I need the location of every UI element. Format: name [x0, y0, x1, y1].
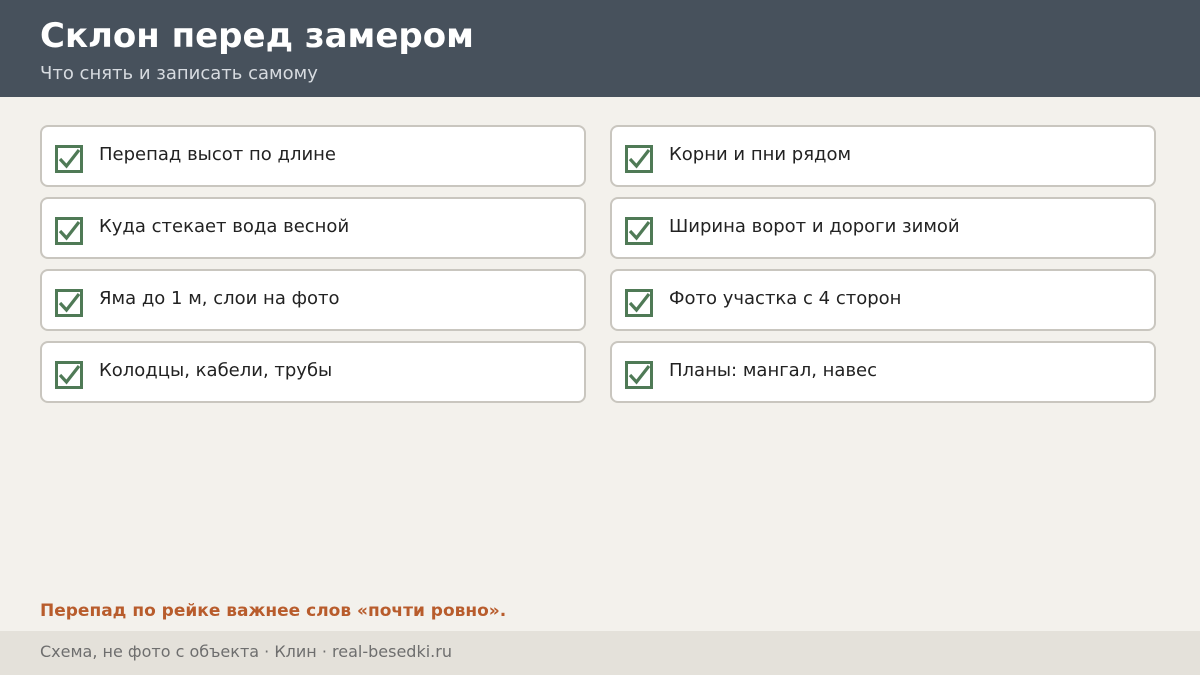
checklist-item[interactable]: Фото участка с 4 сторон: [610, 269, 1156, 331]
checklist-item[interactable]: Планы: мангал, навес: [610, 341, 1156, 403]
checklist-item[interactable]: Колодцы, кабели, трубы: [40, 341, 586, 403]
highlight-note: Перепад по рейке важнее слов «почти ровн…: [40, 601, 507, 621]
checklist-item-label: Корни и пни рядом: [669, 144, 852, 165]
checklist-item-label: Перепад высот по длине: [99, 144, 337, 165]
checklist-item-label: Планы: мангал, навес: [669, 360, 878, 381]
checklist-item[interactable]: Ширина ворот и дороги зимой: [610, 197, 1156, 259]
checklist-item[interactable]: Яма до 1 м, слои на фото: [40, 269, 586, 331]
page-title: Склон перед замером: [40, 16, 474, 56]
header-bar: Склон перед замером Что снять и записать…: [0, 0, 1200, 97]
checklist-item-label: Куда стекает вода весной: [99, 216, 350, 237]
checkbox-checked-icon[interactable]: [625, 145, 653, 173]
checklist-item[interactable]: Куда стекает вода весной: [40, 197, 586, 259]
checklist-item-label: Яма до 1 м, слои на фото: [99, 288, 340, 309]
checklist-grid: Перепад высот по длине Корни и пни рядом…: [40, 125, 1156, 403]
checklist-item-label: Колодцы, кабели, трубы: [99, 360, 333, 381]
checklist-item[interactable]: Перепад высот по длине: [40, 125, 586, 187]
checkbox-checked-icon[interactable]: [55, 217, 83, 245]
footer-caption: Схема, не фото с объекта · Клин · real-b…: [40, 642, 452, 661]
checkbox-checked-icon[interactable]: [55, 361, 83, 389]
checkbox-checked-icon[interactable]: [625, 289, 653, 317]
checklist-item[interactable]: Корни и пни рядом: [610, 125, 1156, 187]
footer-bar: Схема, не фото с объекта · Клин · real-b…: [0, 631, 1200, 675]
checkbox-checked-icon[interactable]: [55, 145, 83, 173]
checklist-item-label: Ширина ворот и дороги зимой: [669, 216, 960, 237]
checkbox-checked-icon[interactable]: [625, 217, 653, 245]
checkbox-checked-icon[interactable]: [625, 361, 653, 389]
checkbox-checked-icon[interactable]: [55, 289, 83, 317]
checklist-item-label: Фото участка с 4 сторон: [669, 288, 902, 309]
page-subtitle: Что снять и записать самому: [40, 63, 318, 84]
